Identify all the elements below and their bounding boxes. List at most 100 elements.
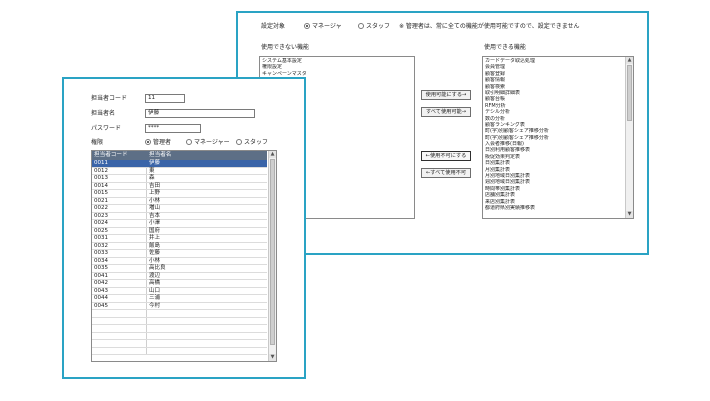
staff-code-field[interactable]: 11 bbox=[145, 94, 185, 103]
empty-row bbox=[92, 333, 267, 340]
staff-name-cell: 今村 bbox=[149, 302, 161, 309]
target-radio-manager[interactable]: マネージャ bbox=[304, 23, 342, 31]
table-row[interactable]: 0025 国府 bbox=[92, 227, 267, 235]
table-row[interactable]: 0024 小澤 bbox=[92, 220, 267, 228]
staff-name-cell: 吉田 bbox=[149, 182, 161, 189]
staff-code-cell: 0043 bbox=[94, 287, 108, 294]
empty-row bbox=[92, 348, 267, 355]
password-label: パスワード bbox=[91, 125, 122, 132]
role-radio-staff[interactable]: スタッフ bbox=[236, 139, 268, 147]
grid-header: 担当者コード 担当者名 bbox=[92, 151, 267, 160]
staff-code-cell: 0042 bbox=[94, 280, 108, 286]
usable-functions-label: 使用できる機能 bbox=[484, 44, 526, 51]
staff-code-cell: 0034 bbox=[94, 257, 108, 264]
enable-button[interactable]: 使用可能にする→ bbox=[421, 90, 471, 100]
staff-name-cell: 佐藤 bbox=[149, 250, 161, 256]
radio-unselected-icon bbox=[236, 139, 242, 145]
staff-code-cell: 0022 bbox=[94, 205, 108, 211]
usable-functions-list[interactable]: カードデータ取込処理 会員管理 顧客登録 顧客情報 顧客検索 取引明細詳細表 顧客台帳 RFM… bbox=[482, 56, 634, 219]
setting-target-label: 設定対象 bbox=[261, 23, 286, 30]
table-row[interactable]: 0035 高比良 bbox=[92, 265, 267, 273]
usable-list-scrollbar[interactable]: ▲ ▼ bbox=[625, 57, 633, 218]
scroll-thumb[interactable] bbox=[627, 65, 632, 121]
table-row[interactable]: 0015 上野 bbox=[92, 190, 267, 198]
staff-code-cell: 0012 bbox=[94, 167, 108, 174]
staff-master-window: 担当者コード 11 担当者名 伊藤 パスワード **** 権限 管理者 マネージ… bbox=[62, 77, 306, 379]
role-radio-manager[interactable]: マネージャー bbox=[186, 139, 230, 147]
role-label: 権限 bbox=[91, 139, 104, 146]
staff-code-cell: 0015 bbox=[94, 190, 108, 196]
staff-name-cell: 高比良 bbox=[149, 265, 166, 271]
empty-row bbox=[92, 340, 267, 348]
scroll-down-icon[interactable]: ▼ bbox=[269, 354, 276, 361]
staff-code-cell: 0011 bbox=[94, 160, 108, 166]
table-row[interactable]: 0012 東 bbox=[92, 167, 267, 175]
table-row[interactable]: 0014 吉田 bbox=[92, 182, 267, 190]
grid-scrollbar[interactable]: ▲ ▼ bbox=[268, 151, 276, 361]
enable-all-button[interactable]: すべて使用可能→ bbox=[421, 107, 471, 117]
table-row[interactable]: 0021 小林 bbox=[92, 197, 267, 205]
scroll-up-icon[interactable]: ▲ bbox=[269, 151, 276, 158]
staff-code-cell: 0031 bbox=[94, 235, 108, 241]
staff-code-label: 担当者コード bbox=[91, 95, 128, 102]
staff-name-cell: 吉本 bbox=[149, 212, 161, 219]
staff-code-cell: 0023 bbox=[94, 212, 108, 219]
staff-name-cell: 森 bbox=[149, 175, 155, 181]
staff-grid[interactable]: 担当者コード 担当者名 0011 伊藤 0012 東 0013 森 0014 吉田 0015 上野… bbox=[91, 150, 277, 362]
disable-all-button[interactable]: ←すべて使用不可 bbox=[421, 168, 471, 178]
scroll-down-icon[interactable]: ▼ bbox=[626, 211, 633, 218]
staff-name-cell: 上野 bbox=[149, 190, 161, 196]
table-row[interactable]: 0042 高橋 bbox=[92, 280, 267, 288]
staff-name-field[interactable]: 伊藤 bbox=[145, 109, 255, 118]
unusable-functions-label: 使用できない機能 bbox=[261, 44, 310, 51]
staff-name-cell: 東 bbox=[149, 167, 155, 174]
table-row[interactable]: 0022 増山 bbox=[92, 205, 267, 213]
admin-notice: ※ 管理者は、常に全ての機能が使用可能ですので、設定できません bbox=[399, 23, 580, 30]
table-row[interactable]: 0043 山口 bbox=[92, 287, 267, 295]
table-row[interactable]: 0023 吉本 bbox=[92, 212, 267, 220]
table-row[interactable]: 0033 佐藤 bbox=[92, 250, 267, 258]
staff-name-cell: 国府 bbox=[149, 227, 161, 234]
table-row[interactable]: 0013 森 bbox=[92, 175, 267, 183]
staff-name-cell: 山口 bbox=[149, 287, 161, 294]
empty-row bbox=[92, 318, 267, 325]
role-radio-admin[interactable]: 管理者 bbox=[145, 139, 171, 147]
staff-name-cell: 伊藤 bbox=[149, 160, 161, 166]
grid-header-code[interactable]: 担当者コード bbox=[94, 151, 128, 160]
staff-code-cell: 0044 bbox=[94, 295, 108, 301]
staff-name-cell: 三浦 bbox=[149, 295, 161, 301]
staff-name-label: 担当者名 bbox=[91, 110, 116, 117]
staff-name-cell: 井上 bbox=[149, 235, 161, 241]
table-row[interactable]: 0011 伊藤 bbox=[92, 160, 267, 168]
table-row[interactable]: 0044 三浦 bbox=[92, 295, 267, 303]
staff-name-cell: 増山 bbox=[149, 205, 161, 211]
target-radio-staff[interactable]: スタッフ bbox=[358, 23, 390, 31]
staff-code-cell: 0033 bbox=[94, 250, 108, 256]
staff-name-cell: 渡辺 bbox=[149, 272, 161, 279]
staff-code-cell: 0035 bbox=[94, 265, 108, 271]
staff-name-cell: 小林 bbox=[149, 257, 161, 264]
disable-button[interactable]: ←使用不可にする bbox=[421, 151, 471, 161]
staff-name-cell: 小林 bbox=[149, 197, 161, 204]
staff-code-cell: 0032 bbox=[94, 242, 108, 249]
table-row[interactable]: 0034 小林 bbox=[92, 257, 267, 265]
staff-code-cell: 0021 bbox=[94, 197, 108, 204]
table-row[interactable]: 0031 井上 bbox=[92, 235, 267, 243]
scroll-thumb[interactable] bbox=[270, 159, 275, 345]
grid-header-name[interactable]: 担当者名 bbox=[149, 151, 171, 160]
empty-row bbox=[92, 325, 267, 333]
radio-unselected-icon bbox=[358, 23, 364, 29]
staff-name-cell: 高橋 bbox=[149, 280, 161, 286]
password-field[interactable]: **** bbox=[145, 124, 201, 133]
staff-name-cell: 飯島 bbox=[149, 242, 161, 249]
table-row[interactable]: 0041 渡辺 bbox=[92, 272, 267, 280]
staff-code-cell: 0014 bbox=[94, 182, 108, 189]
table-row[interactable]: 0032 飯島 bbox=[92, 242, 267, 250]
scroll-up-icon[interactable]: ▲ bbox=[626, 57, 633, 64]
list-item[interactable]: 都道府県別実績推移表 bbox=[485, 205, 624, 211]
staff-code-cell: 0013 bbox=[94, 175, 108, 181]
radio-selected-icon bbox=[145, 139, 151, 145]
staff-code-cell: 0025 bbox=[94, 227, 108, 234]
table-row[interactable]: 0045 今村 bbox=[92, 302, 267, 310]
radio-unselected-icon bbox=[186, 139, 192, 145]
